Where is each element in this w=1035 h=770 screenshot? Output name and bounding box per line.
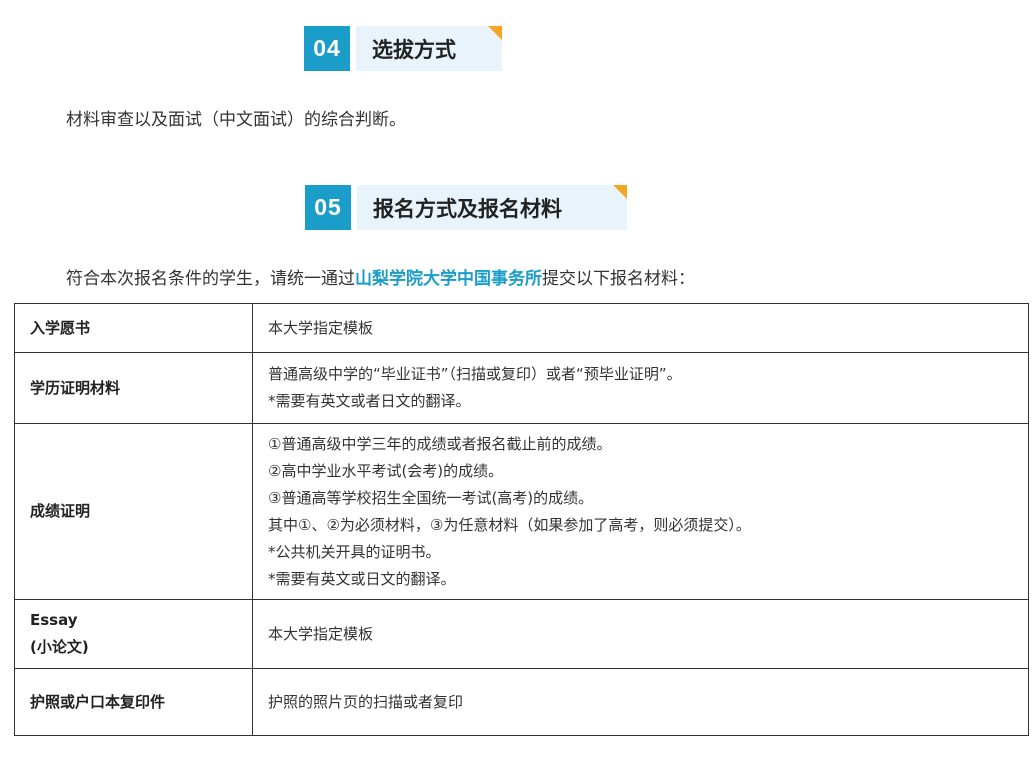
office-name-highlight: 山梨学院大学中国事务所 [355,269,542,289]
table-row: 入学愿书 本大学指定模板 [14,303,1029,353]
section-heading-05: 05 报名方式及报名材料 [305,185,627,230]
section-number-04: 04 [304,26,350,71]
row-content: 本大学指定模板 [252,599,1029,669]
corner-accent-decoration [488,26,502,40]
section-number-05: 05 [305,185,351,230]
content-line: 其中①、②为必须材料，③为任意材料（如果参加了高考，则必须提交）。 [268,515,751,534]
row-content: 普通高级中学的“毕业证书”（扫描或复印）或者“预毕业证明”。 *需要有英文或者日… [252,352,1029,424]
application-text-after: 提交以下报名材料： [542,269,695,289]
application-method-text: 符合本次报名条件的学生，请统一通过山梨学院大学中国事务所提交以下报名材料： [66,264,695,289]
row-label: Essay (小论文) [14,599,253,669]
row-content: 护照的照片页的扫描或者复印 [252,668,1029,736]
row-content: 本大学指定模板 [252,303,1029,353]
table-row: 学历证明材料 普通高级中学的“毕业证书”（扫描或复印）或者“预毕业证明”。 *需… [14,352,1029,424]
content-line: ①普通高级中学三年的成绩或者报名截止前的成绩。 [268,434,612,453]
content-line: 本大学指定模板 [268,318,374,337]
table-row: 护照或户口本复印件 护照的照片页的扫描或者复印 [14,668,1029,736]
row-label: 成绩证明 [14,423,253,600]
content-line: *公共机关开具的证明书。 [268,542,441,561]
content-line: 护照的照片页的扫描或者复印 [268,692,464,711]
content-line: 本大学指定模板 [268,624,374,643]
table-row: 成绩证明 ①普通高级中学三年的成绩或者报名截止前的成绩。 ②高中学业水平考试(会… [14,423,1029,600]
section-title-box-04: 选拔方式 [356,26,502,71]
table-row: Essay (小论文) 本大学指定模板 [14,599,1029,669]
section-title-05: 报名方式及报名材料 [373,196,562,221]
corner-accent-decoration [613,185,627,199]
application-text-before: 符合本次报名条件的学生，请统一通过 [66,269,355,289]
row-label: 入学愿书 [14,303,253,353]
row-content: ①普通高级中学三年的成绩或者报名截止前的成绩。 ②高中学业水平考试(会考)的成绩… [252,423,1029,600]
materials-table: 入学愿书 本大学指定模板 学历证明材料 普通高级中学的“毕业证书”（扫描或复印）… [14,303,1029,736]
row-label-line: Essay [30,611,78,629]
section-title-box-05: 报名方式及报名材料 [357,185,627,230]
content-line: ③普通高等学校招生全国统一考试(高考)的成绩。 [268,488,594,507]
section-heading-04: 04 选拔方式 [304,26,502,71]
content-line: *需要有英文或日文的翻译。 [268,569,456,588]
section-title-04: 选拔方式 [372,37,456,62]
content-line: ②高中学业水平考试(会考)的成绩。 [268,461,504,480]
selection-method-text: 材料审查以及面试（中文面试）的综合判断。 [66,110,406,130]
row-label: 学历证明材料 [14,352,253,424]
content-line: 普通高级中学的“毕业证书”（扫描或复印）或者“预毕业证明”。 [268,365,682,383]
content-line: *需要有英文或者日文的翻译。 [268,392,471,410]
row-label-line: (小论文) [30,638,89,656]
row-label: 护照或户口本复印件 [14,668,253,736]
